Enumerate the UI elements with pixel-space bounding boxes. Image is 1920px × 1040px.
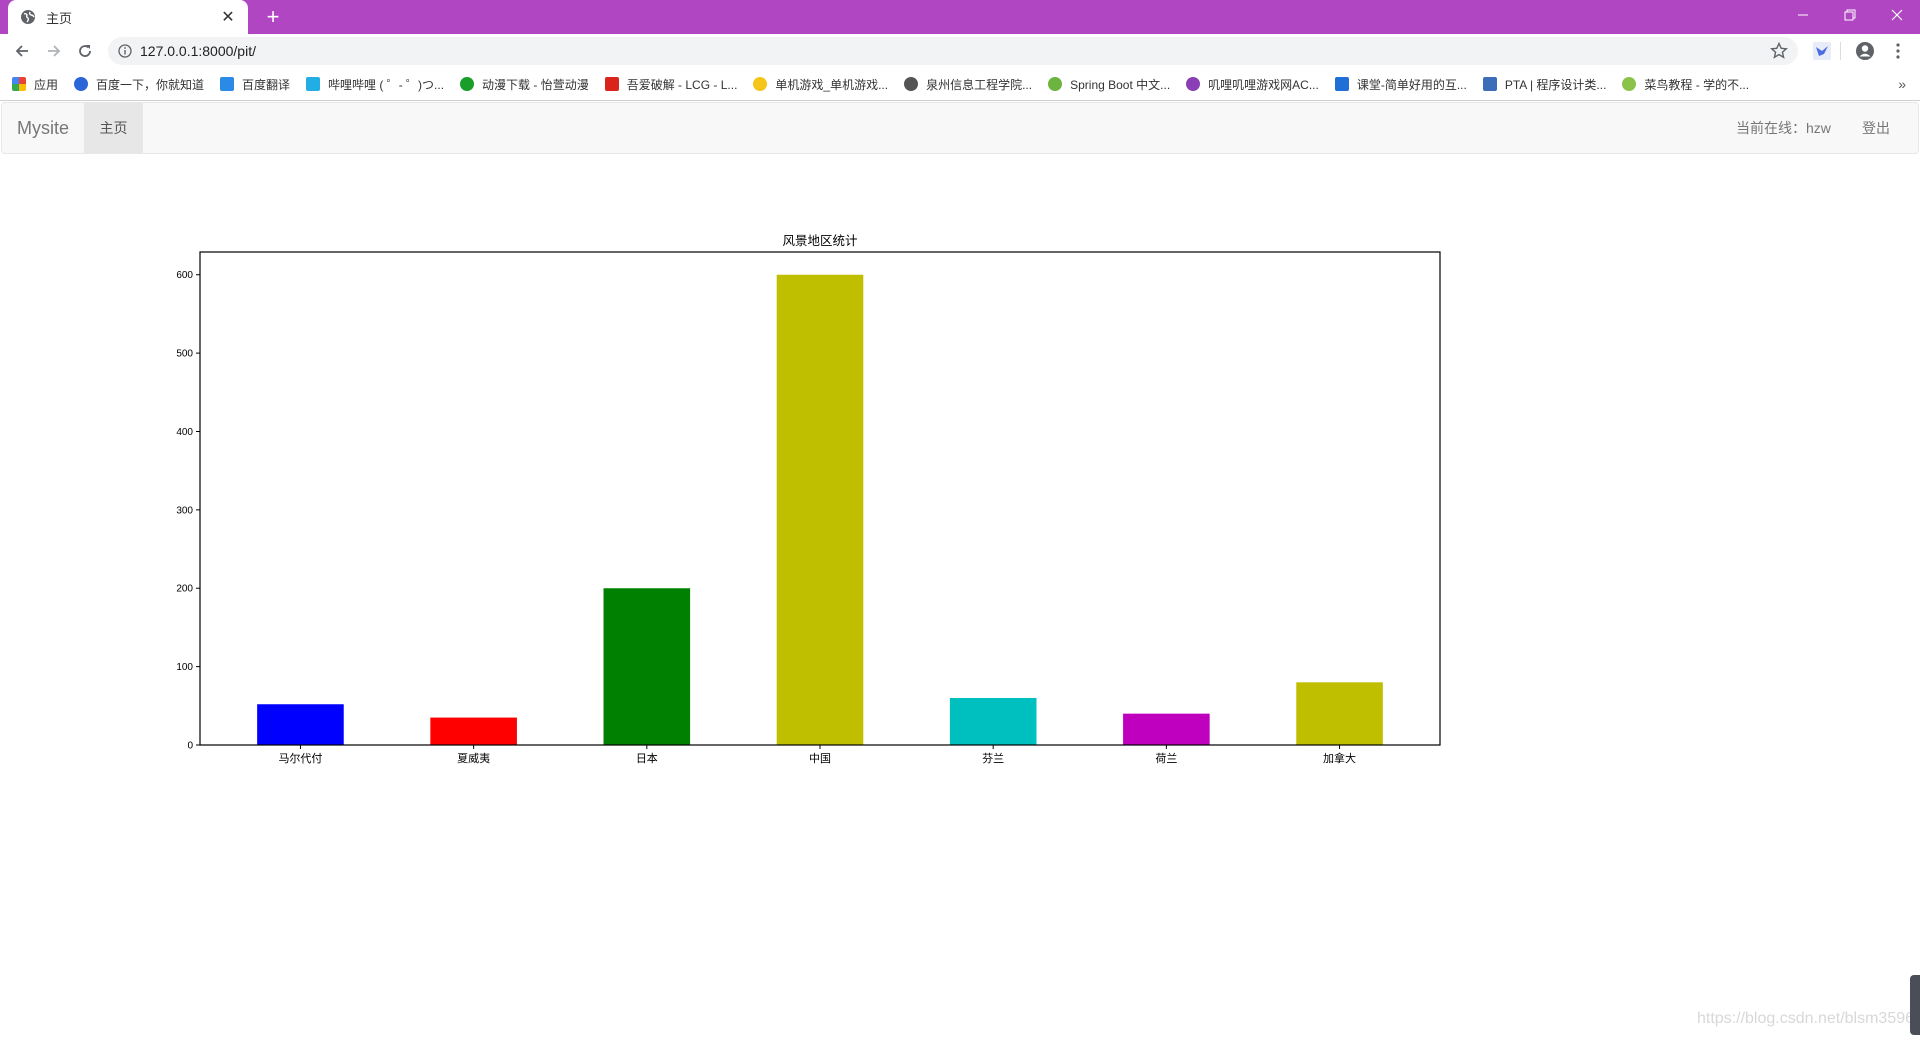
side-widget-handle[interactable]: [1910, 975, 1920, 1035]
bar-1: [430, 717, 517, 745]
bar-4: [949, 697, 1037, 745]
x-tick-label: 荷兰: [1155, 752, 1177, 765]
bar-3: [776, 274, 864, 745]
x-tick-label: 芬兰: [982, 752, 1004, 765]
chart-title: 风景地区统计: [782, 234, 857, 248]
x-tick-label: 马尔代付: [278, 752, 322, 765]
y-tick-label: 300: [176, 505, 193, 516]
y-tick-label: 100: [176, 662, 193, 673]
x-tick-label: 中国: [809, 752, 831, 765]
bar-2: [603, 588, 691, 745]
bar-6: [1296, 682, 1383, 745]
y-tick-label: 500: [176, 349, 193, 360]
x-tick-label: 夏威夷: [457, 752, 490, 765]
bar-chart: 0 100 200 300 400 500 600 马尔代付 夏威夷 日本 中国 芬兰 荷兰 加拿大 风…: [176, 234, 1441, 765]
y-tick-label: 200: [176, 584, 193, 595]
bar-0: [257, 704, 344, 745]
y-tick-label: 0: [187, 741, 193, 752]
y-tick-label: 400: [176, 427, 193, 438]
y-tick-label: 600: [176, 270, 193, 281]
bar-5: [1123, 713, 1210, 745]
x-tick-label: 加拿大: [1323, 751, 1356, 765]
x-tick-label: 日本: [636, 751, 658, 765]
watermark-text: https://blog.csdn.net/blsm3596: [1697, 1010, 1915, 1027]
